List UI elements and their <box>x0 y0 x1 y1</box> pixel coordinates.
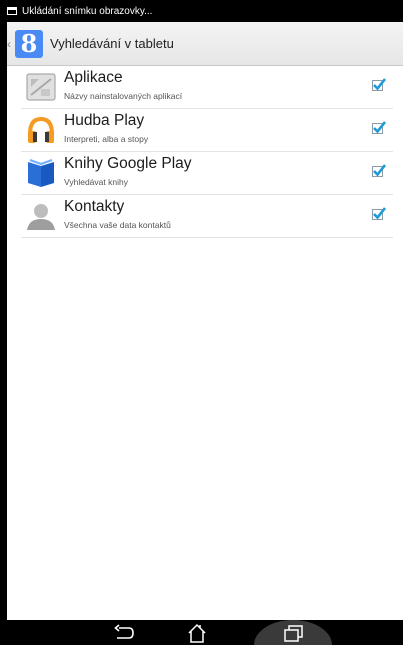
list-item-kontakty[interactable]: Kontakty Všechna vaše data kontaktů <box>21 195 393 238</box>
recent-apps-icon[interactable] <box>281 622 305 644</box>
item-subtitle: Vyhledávat knihy <box>64 177 128 187</box>
item-subtitle: Všechna vaše data kontaktů <box>64 220 171 230</box>
contact-icon <box>27 204 55 230</box>
list-item-aplikace[interactable]: Aplikace Názvy nainstalovaných aplikací <box>21 66 393 109</box>
item-title: Knihy Google Play <box>64 155 192 172</box>
up-caret-icon[interactable]: ‹ <box>7 38 13 50</box>
screen: ‹ 8 Vyhledávání v tabletu Aplikace Názvy… <box>7 22 403 620</box>
status-text: Ukládání snímku obrazovky... <box>22 5 153 17</box>
checkbox-aplikace[interactable] <box>372 78 386 91</box>
status-bar: Ukládání snímku obrazovky... <box>0 0 403 22</box>
check-icon <box>373 207 386 220</box>
back-icon[interactable] <box>112 622 136 644</box>
item-subtitle: Názvy nainstalovaných aplikací <box>64 91 183 101</box>
search-sources-list: Aplikace Názvy nainstalovaných aplikací … <box>21 66 393 238</box>
page-title: Vyhledávání v tabletu <box>50 36 174 51</box>
item-title: Aplikace <box>64 69 123 86</box>
navigation-bar <box>0 620 403 645</box>
google-search-logo[interactable]: 8 <box>15 29 43 58</box>
action-bar: ‹ 8 Vyhledávání v tabletu <box>7 22 403 66</box>
item-title: Hudba Play <box>64 112 145 129</box>
book-icon <box>28 159 54 187</box>
check-icon <box>373 78 386 91</box>
screenshot-notification-icon <box>7 7 17 15</box>
check-icon <box>373 164 386 177</box>
item-subtitle: Interpreti, alba a stopy <box>64 134 149 144</box>
checkbox-hudba-play[interactable] <box>372 121 386 134</box>
list-item-knihy-google-play[interactable]: Knihy Google Play Vyhledávat knihy <box>21 152 393 195</box>
checkbox-kontakty[interactable] <box>372 207 386 220</box>
check-icon <box>373 121 386 134</box>
list-item-hudba-play[interactable]: Hudba Play Interpreti, alba a stopy <box>21 109 393 152</box>
item-title: Kontakty <box>64 198 125 215</box>
checkbox-knihy-google-play[interactable] <box>372 164 386 177</box>
home-icon[interactable] <box>185 622 209 644</box>
apps-icon <box>26 73 56 101</box>
headphones-icon <box>28 116 54 143</box>
